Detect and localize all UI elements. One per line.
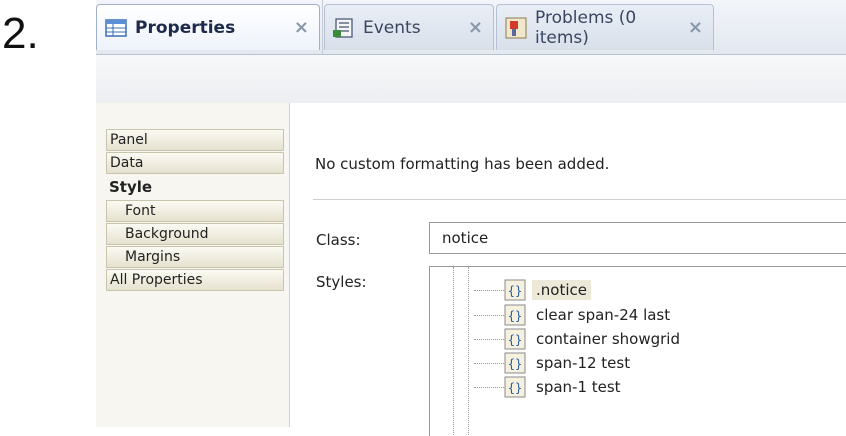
class-input[interactable]: notice xyxy=(429,222,846,254)
styles-tree[interactable]: {} .notice {} clear span-24 last {} cont… xyxy=(429,266,846,436)
step-number: 2. xyxy=(2,9,39,58)
svg-text:{}: {} xyxy=(508,333,522,347)
tab-events[interactable]: Events × xyxy=(324,4,494,50)
category-panel-item[interactable]: Panel xyxy=(106,129,284,151)
category-all-properties-item[interactable]: All Properties xyxy=(106,269,284,291)
tab-strip: Properties × Events × Problems (0 items)… xyxy=(96,0,846,55)
tab-events-label: Events xyxy=(363,17,421,38)
tree-connector xyxy=(474,338,504,340)
category-style-item[interactable]: Style xyxy=(106,176,284,198)
style-rule-item[interactable]: {} container showgrid xyxy=(474,327,684,351)
properties-table-icon xyxy=(105,18,127,37)
css-rule-icon: {} xyxy=(504,376,526,398)
events-list-icon xyxy=(333,17,353,38)
close-icon[interactable]: × xyxy=(688,17,703,38)
style-rule-item[interactable]: {} clear span-24 last xyxy=(474,303,674,327)
svg-text:{}: {} xyxy=(508,381,522,395)
style-rule-item[interactable]: {} .notice xyxy=(474,278,591,302)
class-input-value: notice xyxy=(442,229,489,247)
style-rule-item[interactable]: {} span-1 test xyxy=(474,375,625,399)
category-background-item[interactable]: Background xyxy=(106,223,284,245)
category-data-item[interactable]: Data xyxy=(106,152,284,174)
tree-connector xyxy=(474,386,504,388)
tab-properties[interactable]: Properties × xyxy=(96,4,320,50)
svg-text:{}: {} xyxy=(508,357,522,371)
styles-label: Styles: xyxy=(316,273,367,291)
style-rule-label: clear span-24 last xyxy=(536,306,671,324)
tree-guide xyxy=(468,267,469,436)
tab-properties-label: Properties xyxy=(135,17,236,38)
css-rule-icon: {} xyxy=(504,352,526,374)
no-formatting-message: No custom formatting has been added. xyxy=(315,155,610,173)
close-icon[interactable]: × xyxy=(468,17,483,38)
style-rule-label: .notice xyxy=(532,280,591,300)
style-rule-label: span-12 test xyxy=(536,354,631,372)
style-rule-item[interactable]: {} span-12 test xyxy=(474,351,634,375)
tab-problems[interactable]: Problems (0 items) × xyxy=(496,4,714,50)
class-label: Class: xyxy=(316,231,361,249)
css-rule-icon: {} xyxy=(504,279,526,301)
problems-icon xyxy=(505,17,527,38)
css-rule-icon: {} xyxy=(504,304,526,326)
svg-text:{}: {} xyxy=(508,309,522,323)
style-content: No custom formatting has been added. Cla… xyxy=(290,103,846,436)
style-rule-label: span-1 test xyxy=(536,378,621,396)
tree-connector xyxy=(474,362,504,364)
close-icon[interactable]: × xyxy=(294,17,309,38)
style-rule-label: container showgrid xyxy=(536,330,680,348)
tree-connector xyxy=(474,314,504,316)
tree-guide xyxy=(453,267,454,436)
category-font-item[interactable]: Font xyxy=(106,200,284,222)
tab-separator xyxy=(322,0,323,54)
category-margins-item[interactable]: Margins xyxy=(106,246,284,268)
css-rule-icon: {} xyxy=(504,328,526,350)
tree-connector xyxy=(474,289,504,291)
svg-text:{}: {} xyxy=(508,284,522,298)
toolbar-band xyxy=(96,55,846,103)
category-panel: Panel Data Style Font Background Margins… xyxy=(96,103,290,427)
tab-problems-label: Problems (0 items) xyxy=(535,7,637,48)
divider xyxy=(313,199,846,200)
